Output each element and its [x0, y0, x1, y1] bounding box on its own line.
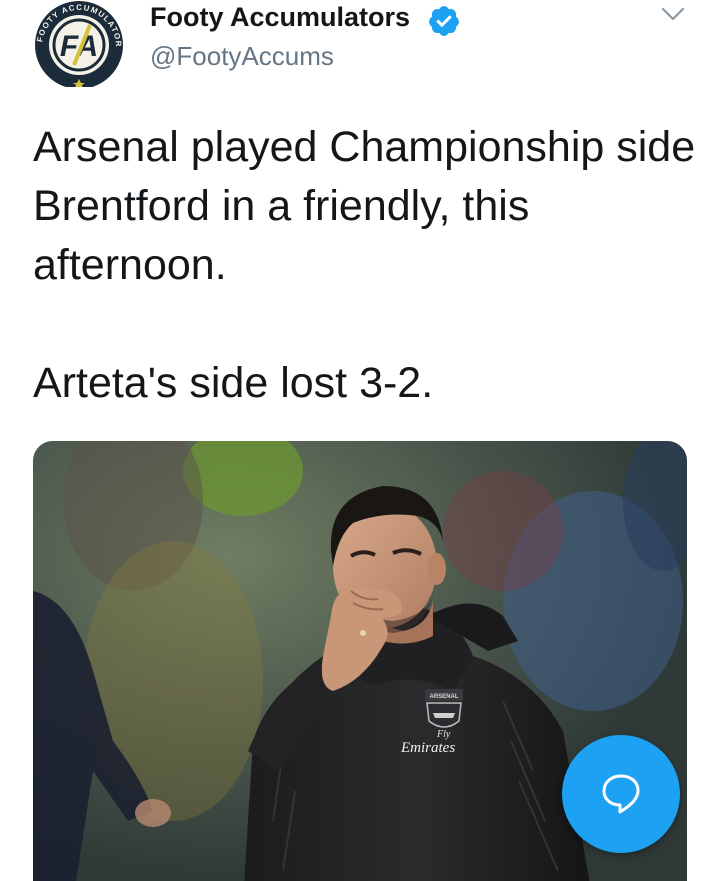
sponsor-small-text: Fly — [436, 729, 451, 740]
club-crest: ARSENAL — [425, 689, 463, 728]
avatar[interactable]: FOOTY ACCUMULATORS FA — [30, 0, 128, 87]
compose-reply-button[interactable] — [562, 735, 680, 853]
tweet-text: Arsenal played Championship side Brentfo… — [33, 118, 703, 413]
tweet-paragraph: Arsenal played Championship side Brentfo… — [33, 123, 696, 289]
sponsor-text: Emirates — [400, 740, 455, 756]
speech-bubble-icon — [602, 774, 640, 814]
tweet-paragraph: Arteta's side lost 3-2. — [33, 359, 434, 407]
chevron-down-icon[interactable] — [660, 3, 686, 25]
display-name[interactable]: Footy Accumulators — [150, 2, 410, 33]
user-handle[interactable]: @FootyAccums — [150, 41, 334, 72]
verified-badge-icon — [429, 6, 459, 36]
tweet-card: FOOTY ACCUMULATORS FA Footy Accumulators… — [0, 0, 720, 881]
svg-text:ARSENAL: ARSENAL — [429, 694, 458, 700]
avatar-monogram: FA — [60, 30, 98, 63]
